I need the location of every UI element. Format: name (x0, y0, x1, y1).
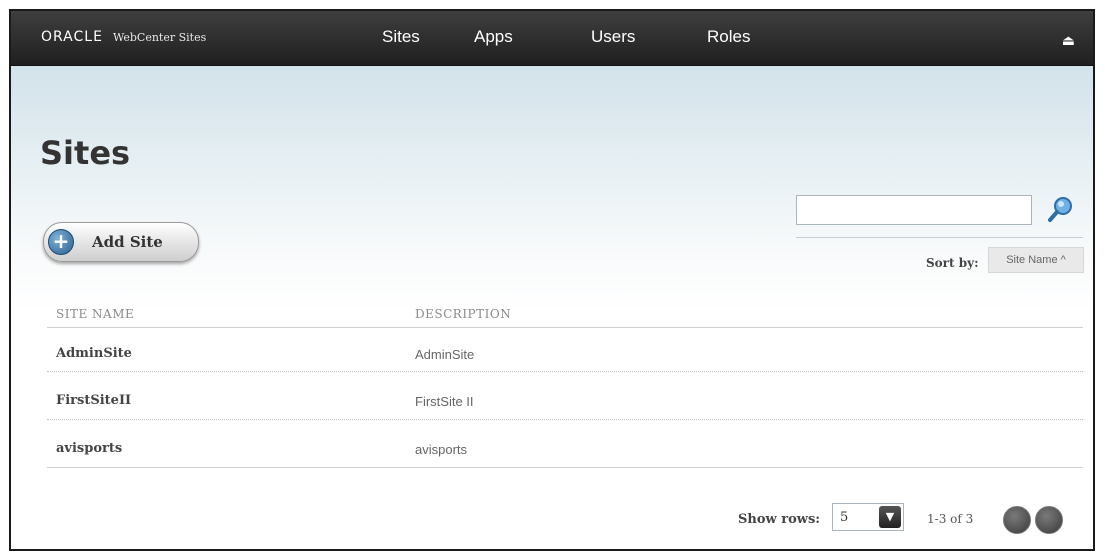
brand: ORACLE WebCenter Sites (41, 29, 206, 45)
top-navigation-bar: ORACLE WebCenter Sites Sites Apps Users … (11, 11, 1093, 66)
table-row-description: avisports (415, 442, 468, 457)
nav-roles[interactable]: Roles (707, 27, 750, 47)
search-divider (796, 237, 1083, 238)
search-input[interactable] (796, 195, 1032, 225)
pagination-range: 1-3 of 3 (927, 512, 974, 526)
column-header-description: DESCRIPTION (415, 307, 512, 321)
show-rows-value: 5 (840, 510, 849, 525)
row-divider (47, 371, 1083, 372)
column-header-site-name[interactable]: SITE NAME (56, 307, 134, 321)
previous-page-button[interactable] (1003, 506, 1031, 534)
page-title: Sites (40, 134, 131, 172)
app-window: ORACLE WebCenter Sites Sites Apps Users … (9, 9, 1095, 551)
nav-sites[interactable]: Sites (382, 27, 420, 47)
show-rows-select[interactable]: 5 ▼ (832, 503, 904, 531)
table-bottom-divider (47, 467, 1083, 468)
sort-by-select[interactable]: Site Name ^ (988, 247, 1084, 273)
nav-apps[interactable]: Apps (474, 27, 513, 47)
table-row-site-name[interactable]: AdminSite (56, 346, 132, 361)
row-divider (47, 419, 1083, 420)
chevron-down-icon[interactable]: ▼ (879, 506, 901, 528)
oracle-logo: ORACLE (41, 29, 103, 45)
add-site-button[interactable]: + Add Site (43, 222, 199, 262)
product-name: WebCenter Sites (112, 30, 207, 44)
show-rows-label: Show rows: (738, 512, 821, 527)
table-row-description: FirstSite II (415, 394, 474, 409)
search-icon[interactable] (1046, 195, 1074, 223)
table-row-description: AdminSite (415, 347, 475, 362)
nav-users[interactable]: Users (591, 27, 635, 47)
table-row-site-name[interactable]: FirstSiteII (56, 393, 131, 408)
plus-icon: + (48, 229, 74, 255)
next-page-button[interactable] (1035, 506, 1063, 534)
add-site-label: Add Site (92, 233, 163, 251)
table-header-divider (47, 327, 1083, 328)
sort-by-label: Sort by: (926, 256, 979, 270)
eject-icon[interactable]: ⏏ (1062, 33, 1075, 49)
table-row-site-name[interactable]: avisports (56, 441, 122, 456)
